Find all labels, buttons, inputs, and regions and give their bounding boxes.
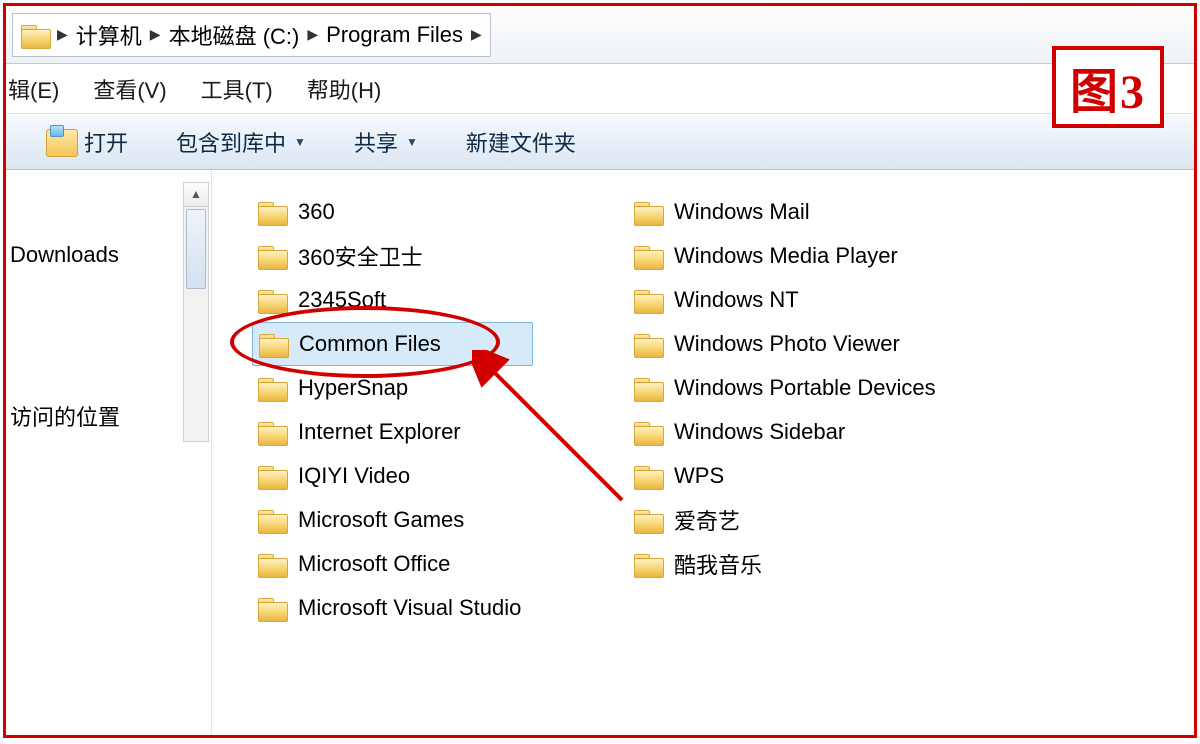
share-label: 共享 xyxy=(354,126,398,158)
folder-label: Internet Explorer xyxy=(298,419,461,445)
folder-label: Windows Portable Devices xyxy=(674,375,936,401)
folder-item[interactable]: 360 xyxy=(252,190,533,234)
nav-scrollbar[interactable]: ▲ xyxy=(183,182,209,442)
folder-label: Microsoft Visual Studio xyxy=(298,595,521,621)
chevron-right-icon[interactable]: ▶ xyxy=(471,26,482,43)
scroll-up-icon[interactable]: ▲ xyxy=(184,183,208,207)
folder-item[interactable]: 360安全卫士 xyxy=(252,234,533,278)
chevron-right-icon[interactable]: ▶ xyxy=(307,26,318,43)
folder-icon xyxy=(634,508,662,532)
address-bar: ▶ 计算机 ▶ 本地磁盘 (C:) ▶ Program Files ▶ xyxy=(6,6,1194,64)
menu-view[interactable]: 查看(V) xyxy=(93,73,166,105)
folder-icon xyxy=(634,464,662,488)
command-bar: 打开 包含到库中 ▼ 共享 ▼ 新建文件夹 xyxy=(6,114,1194,170)
folder-icon xyxy=(258,552,286,576)
folder-icon xyxy=(258,464,286,488)
breadcrumb[interactable]: ▶ 计算机 ▶ 本地磁盘 (C:) ▶ Program Files ▶ xyxy=(12,13,491,57)
folder-icon xyxy=(634,288,662,312)
folder-icon xyxy=(634,332,662,356)
folder-item[interactable]: HyperSnap xyxy=(252,366,533,410)
nav-item-recent[interactable]: 访问的位置 xyxy=(6,394,211,438)
folder-icon xyxy=(258,420,286,444)
folder-item[interactable]: Windows NT xyxy=(628,278,948,322)
folder-label: Microsoft Office xyxy=(298,551,450,577)
folder-icon xyxy=(258,508,286,532)
folder-item[interactable]: 爱奇艺 xyxy=(628,498,948,542)
folder-icon xyxy=(258,288,286,312)
breadcrumb-part-computer[interactable]: 计算机 xyxy=(76,19,142,51)
folder-label: 360安全卫士 xyxy=(298,240,423,272)
breadcrumb-part-drive[interactable]: 本地磁盘 (C:) xyxy=(169,19,300,51)
folder-icon xyxy=(634,244,662,268)
folder-label: Common Files xyxy=(299,331,441,357)
folder-item[interactable]: Microsoft Games xyxy=(252,498,533,542)
menu-bar: 辑(E) 查看(V) 工具(T) 帮助(H) xyxy=(6,64,1194,114)
folder-item[interactable]: Common Files xyxy=(252,322,533,366)
folder-label: Microsoft Games xyxy=(298,507,464,533)
folder-label: IQIYI Video xyxy=(298,463,410,489)
folder-label: 2345Soft xyxy=(298,287,386,313)
folder-item[interactable]: Windows Sidebar xyxy=(628,410,948,454)
open-folder-icon xyxy=(46,129,76,155)
file-list: 360 360安全卫士 2345Soft Common Files HyperSnap I… xyxy=(212,170,1194,735)
chevron-down-icon: ▼ xyxy=(294,135,306,149)
include-in-library-button[interactable]: 包含到库中 ▼ xyxy=(176,126,306,158)
share-button[interactable]: 共享 ▼ xyxy=(354,126,418,158)
folder-item[interactable]: Windows Portable Devices xyxy=(628,366,948,410)
folder-icon xyxy=(258,200,286,224)
breadcrumb-part-folder[interactable]: Program Files xyxy=(326,22,463,48)
chevron-right-icon[interactable]: ▶ xyxy=(150,26,161,43)
folder-item[interactable]: Internet Explorer xyxy=(252,410,533,454)
folder-icon xyxy=(259,332,287,356)
folder-item[interactable]: Windows Media Player xyxy=(628,234,948,278)
folder-item[interactable]: WPS xyxy=(628,454,948,498)
folder-icon xyxy=(634,376,662,400)
folder-item[interactable]: IQIYI Video xyxy=(252,454,533,498)
folder-label: Windows Photo Viewer xyxy=(674,331,900,357)
navigation-pane[interactable]: ▲ Downloads 访问的位置 xyxy=(6,170,212,735)
folder-item[interactable]: Microsoft Visual Studio xyxy=(252,586,533,630)
folder-label: Windows NT xyxy=(674,287,799,313)
folder-label: 爱奇艺 xyxy=(674,504,740,536)
folder-item[interactable]: 酷我音乐 xyxy=(628,542,948,586)
folder-icon xyxy=(258,244,286,268)
folder-icon xyxy=(634,420,662,444)
open-label: 打开 xyxy=(84,126,128,158)
chevron-right-icon[interactable]: ▶ xyxy=(57,26,68,43)
folder-label: HyperSnap xyxy=(298,375,408,401)
menu-help[interactable]: 帮助(H) xyxy=(307,73,382,105)
folder-icon xyxy=(258,376,286,400)
open-button[interactable]: 打开 xyxy=(46,126,128,158)
figure-label: 图3 xyxy=(1052,46,1164,128)
folder-item[interactable]: Microsoft Office xyxy=(252,542,533,586)
content-area: ▲ Downloads 访问的位置 360 360安全卫士 2345Soft Comm… xyxy=(6,170,1194,735)
folder-label: Windows Sidebar xyxy=(674,419,845,445)
folder-label: Windows Media Player xyxy=(674,243,898,269)
menu-edit[interactable]: 辑(E) xyxy=(8,73,59,105)
folder-label: WPS xyxy=(674,463,724,489)
folder-label: 360 xyxy=(298,199,335,225)
chevron-down-icon: ▼ xyxy=(406,135,418,149)
nav-item-downloads[interactable]: Downloads xyxy=(6,236,211,274)
folder-icon xyxy=(258,596,286,620)
include-label: 包含到库中 xyxy=(176,126,286,158)
scroll-thumb[interactable] xyxy=(186,209,206,289)
folder-label: Windows Mail xyxy=(674,199,810,225)
folder-icon xyxy=(21,23,49,47)
folder-item[interactable]: Windows Photo Viewer xyxy=(628,322,948,366)
folder-item[interactable]: 2345Soft xyxy=(252,278,533,322)
folder-icon xyxy=(634,552,662,576)
new-folder-button[interactable]: 新建文件夹 xyxy=(466,126,576,158)
folder-label: 酷我音乐 xyxy=(674,548,762,580)
menu-tools[interactable]: 工具(T) xyxy=(201,73,273,105)
folder-item[interactable]: Windows Mail xyxy=(628,190,948,234)
new-folder-label: 新建文件夹 xyxy=(466,126,576,158)
folder-icon xyxy=(634,200,662,224)
